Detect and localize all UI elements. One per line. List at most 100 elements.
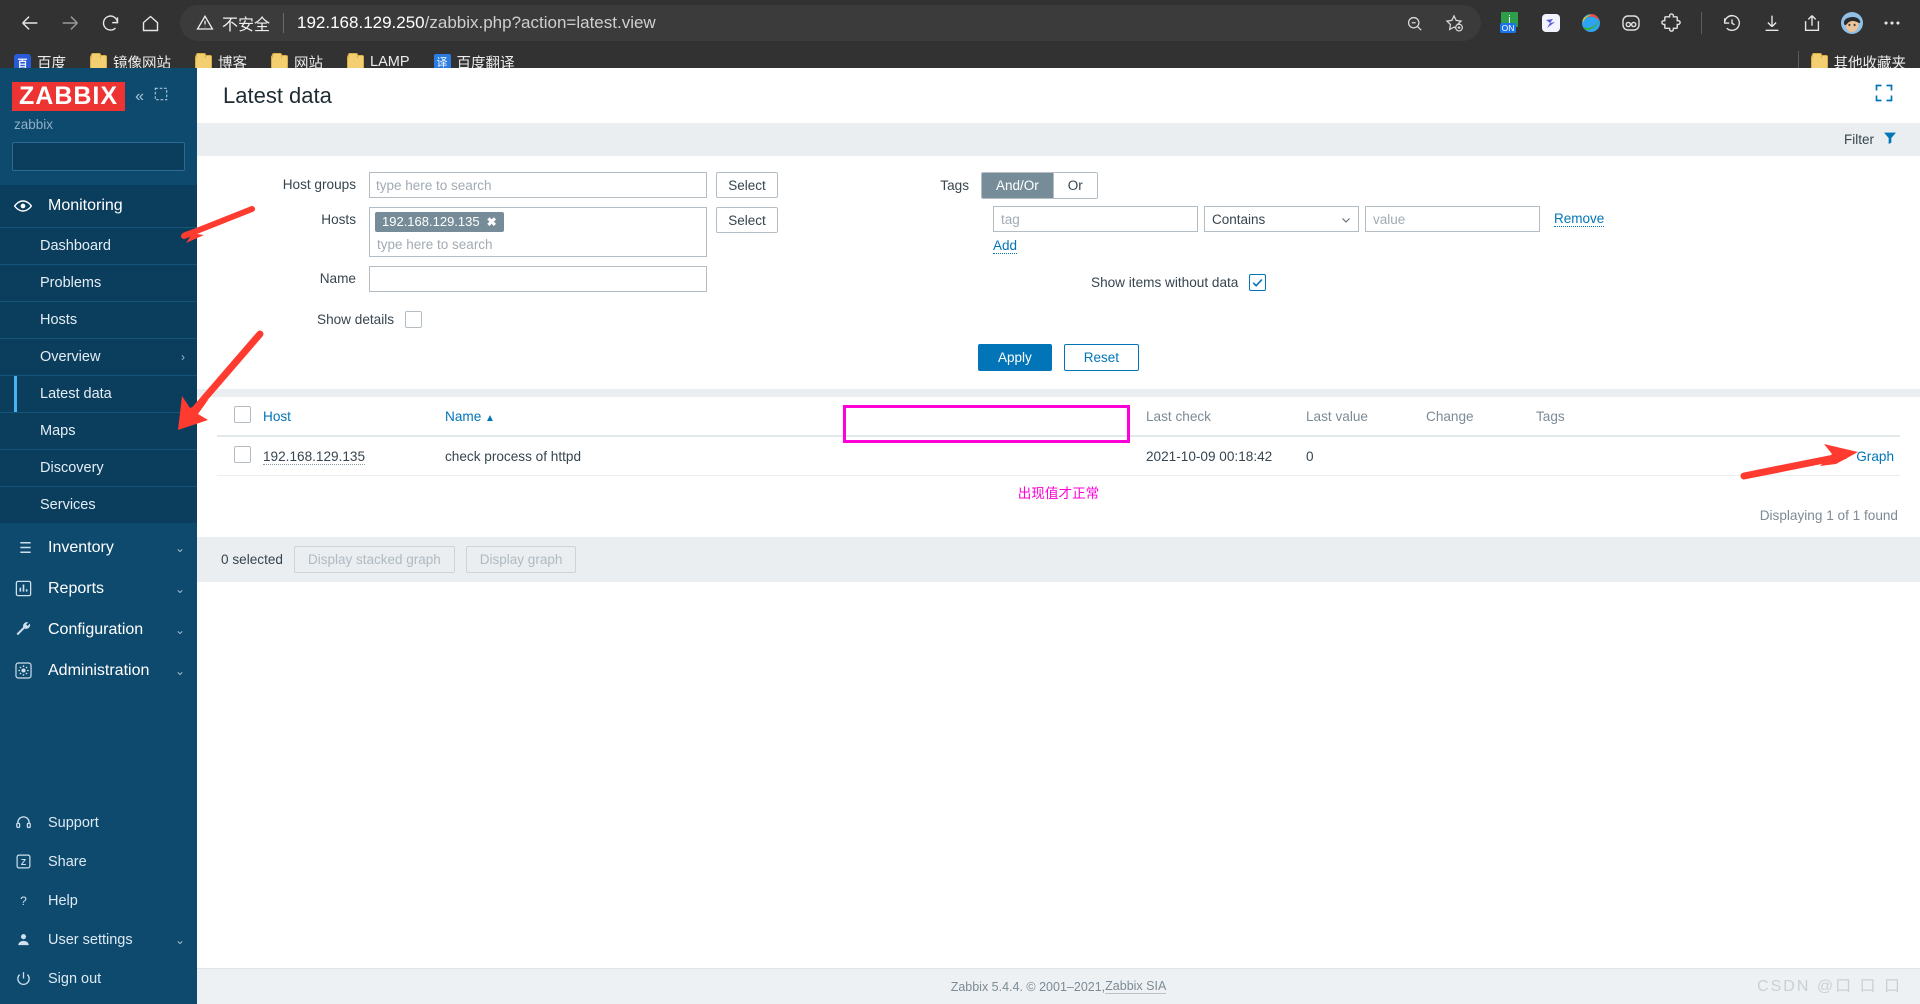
sidebar-item-overview[interactable]: Overview › [0,338,197,375]
zabbix-logo[interactable]: ZABBIX [12,82,126,112]
display-stacked-graph-button[interactable]: Display stacked graph [293,546,455,573]
host-groups-input[interactable] [369,172,707,198]
address-bar-path: /zabbix.php?action=latest.view [424,13,656,32]
reload-icon[interactable] [90,3,130,43]
sidebar-item-services[interactable]: Services [0,486,197,523]
profile-avatar[interactable] [1834,5,1870,41]
more-options-icon[interactable] [1874,5,1910,41]
sidebar-item-inventory[interactable]: Inventory ⌄ [0,527,197,568]
sidebar-item-user-settings[interactable]: User settings ⌄ [0,920,197,959]
browser-nav-bar: 不安全 192.168.129.250/zabbix.php?action=la… [0,0,1920,46]
tags-andor-option[interactable]: And/Or [982,173,1054,198]
show-details-checkbox[interactable] [405,311,423,328]
glasses-icon[interactable] [1613,5,1649,41]
cell-last-value: 0 [1300,436,1420,476]
sidebar-item-help[interactable]: ? Help [0,881,197,920]
kiosk-mode-icon[interactable] [1874,83,1894,108]
add-tag-link[interactable]: Add [993,238,1018,254]
host-chip[interactable]: 192.168.129.135 ✖ [375,212,504,232]
show-items-without-data-checkbox[interactable] [1249,274,1267,291]
host-link[interactable]: 192.168.129.135 [263,448,366,465]
table-header-row: Host Name ▲ Last check Last value Change… [217,397,1900,437]
sidebar-monitoring-submenu: Dashboard Problems Hosts Overview › Lates… [0,227,197,524]
puzzle-icon[interactable] [1653,5,1689,41]
sidebar-item-configuration[interactable]: Configuration ⌄ [0,609,197,650]
sidebar-item-latest-data[interactable]: Latest data [0,375,197,413]
sidebar-item-monitoring[interactable]: Monitoring [0,185,197,228]
remove-tag-link[interactable]: Remove [1554,211,1605,227]
select-all-checkbox[interactable] [234,406,251,423]
sidebar-item-discovery[interactable]: Discovery [0,449,197,486]
host-groups-select-button[interactable]: Select [716,172,778,198]
xunlei-icon[interactable] [1533,5,1569,41]
folder-icon [1810,53,1828,69]
cell-change [1420,436,1530,476]
column-header-name-label: Name [445,408,482,424]
sidebar-item-hosts[interactable]: Hosts [0,301,197,338]
hide-sidebar-icon[interactable] [154,87,168,106]
tags-or-option[interactable]: Or [1053,173,1097,198]
adblock-on-icon[interactable]: i ON [1493,5,1529,41]
folder-icon [347,53,364,69]
tag-operator-select[interactable]: Contains [1204,206,1359,232]
folder-icon [195,53,212,69]
zoom-out-icon[interactable] [1397,6,1431,40]
omnibox-divider [283,13,285,33]
funnel-icon[interactable] [1882,130,1898,149]
idm-icon[interactable] [1573,5,1609,41]
sidebar-item-administration[interactable]: Administration ⌄ [0,650,197,691]
collapse-icon[interactable]: « [135,88,144,106]
zabbix-sia-link[interactable]: Zabbix SIA [1105,979,1167,994]
cell-tags [1530,436,1780,476]
sidebar-sections: Inventory ⌄ Reports ⌄ Configuration ⌄ Ad… [0,523,197,691]
row-checkbox[interactable] [234,446,251,463]
sidebar-item-share[interactable]: Z Share [0,842,197,881]
home-icon[interactable] [130,3,170,43]
chevron-down-icon: ⌄ [174,932,185,947]
name-input[interactable] [369,266,707,292]
sidebar-item-label: Problems [40,275,102,292]
filter-row-tag-condition: Contains Remove [915,206,1900,232]
sidebar-item-sign-out[interactable]: Sign out [0,959,197,998]
history-icon[interactable] [1714,5,1750,41]
watermark: CSDN @口 口 口 [1757,978,1902,995]
sidebar-item-support[interactable]: Support [0,803,197,842]
content-area: Latest data Filter Host groups Select [197,68,1920,1004]
share-icon[interactable] [1794,5,1830,41]
sidebar-item-dashboard[interactable]: Dashboard [0,227,197,264]
sidebar-item-reports[interactable]: Reports ⌄ [0,568,197,609]
search-input[interactable] [20,148,200,166]
reset-button[interactable]: Reset [1063,344,1140,371]
display-graph-button[interactable]: Display graph [465,546,577,573]
hosts-placeholder[interactable]: type here to search [375,235,701,253]
graph-link[interactable]: Graph [1856,449,1894,464]
apply-button[interactable]: Apply [977,344,1052,371]
sidebar-item-maps[interactable]: Maps [0,412,197,449]
column-header-host[interactable]: Host [257,397,439,437]
zabbix-app: ZABBIX « zabbix Monitoring Dashboard Pro… [0,68,1920,1004]
sidebar-item-problems[interactable]: Problems [0,264,197,301]
forward-arrow-icon[interactable] [50,3,90,43]
svg-text:?: ? [20,894,27,908]
filter-tab-label[interactable]: Filter [1844,132,1874,147]
tag-value-input[interactable] [1365,206,1540,232]
tag-name-input[interactable] [993,206,1198,232]
add-favorite-icon[interactable] [1437,6,1471,40]
cell-last-check: 2021-10-09 00:18:42 [1140,436,1300,476]
column-header-name[interactable]: Name ▲ [439,397,1140,437]
address-bar[interactable]: 不安全 192.168.129.250/zabbix.php?action=la… [180,5,1481,41]
downloads-icon[interactable] [1754,5,1790,41]
svg-text:ON: ON [1502,23,1515,33]
sidebar-search[interactable] [12,142,215,172]
sidebar-item-label: Help [48,892,78,909]
hosts-select-button[interactable]: Select [716,207,778,233]
svg-text:Z: Z [20,857,25,867]
sidebar-item-label: Share [48,853,87,870]
hosts-multiselect[interactable]: 192.168.129.135 ✖ type here to search [369,207,707,257]
sidebar-item-label: Overview [40,349,101,366]
column-header-actions [1780,397,1900,437]
tag-operator-wrap: Contains [1204,206,1359,232]
remove-chip-icon[interactable]: ✖ [487,215,497,229]
back-arrow-icon[interactable] [10,3,50,43]
column-header-last-value: Last value [1300,397,1420,437]
